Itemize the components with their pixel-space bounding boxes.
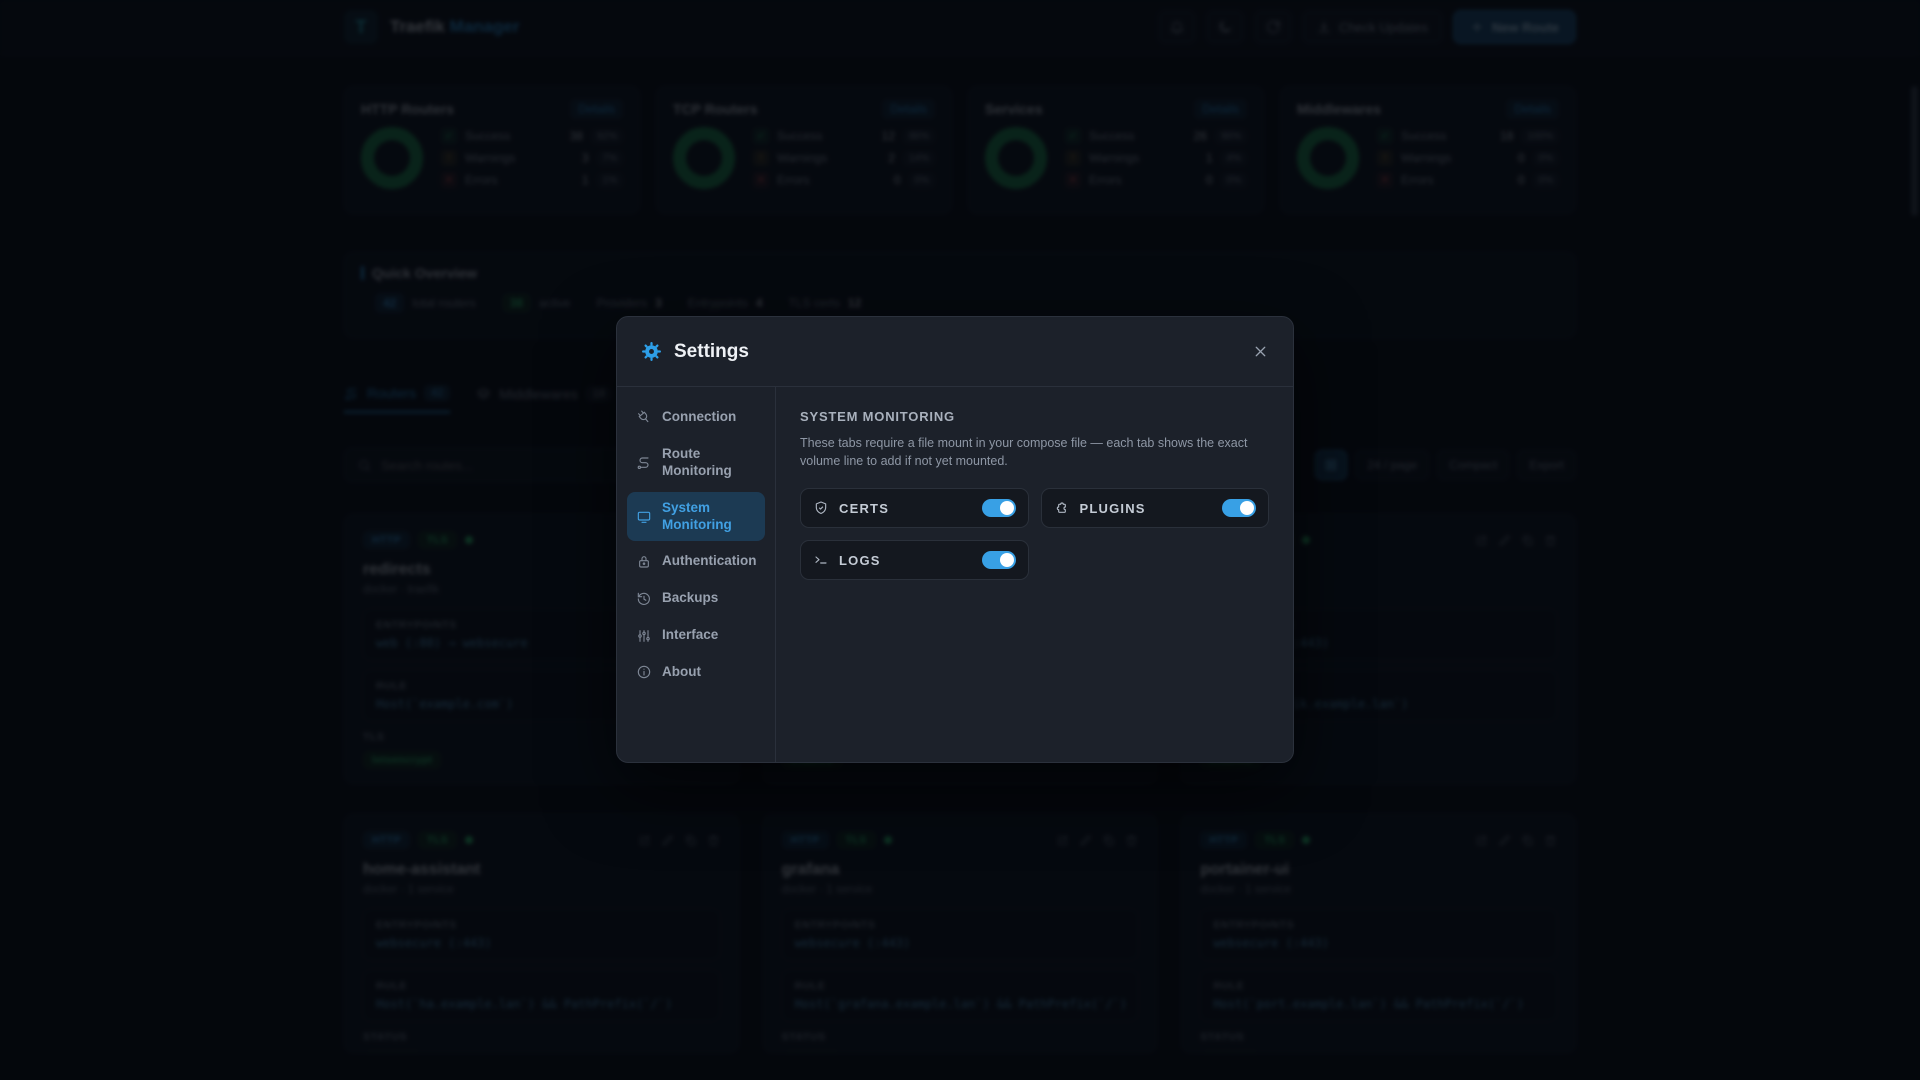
system-monitoring-panel: SYSTEM MONITORING These tabs require a f… <box>776 387 1293 762</box>
certs-toggle-card: CERTS <box>800 488 1029 528</box>
sidebar-item-route-monitoring[interactable]: Route Monitoring <box>627 438 765 488</box>
puzzle-icon <box>1054 500 1070 516</box>
modal-header: Settings <box>617 317 1293 387</box>
settings-modal: Settings Connection Route Monitoring Sys… <box>616 316 1294 763</box>
sidebar-item-interface[interactable]: Interface <box>627 619 765 652</box>
sidebar-item-backups[interactable]: Backups <box>627 582 765 615</box>
plug-icon <box>636 409 652 425</box>
panel-description: These tabs require a file mount in your … <box>800 434 1269 470</box>
close-icon <box>1252 343 1269 360</box>
lock-icon <box>636 554 652 570</box>
monitor-icon <box>636 509 652 525</box>
info-icon <box>636 664 652 680</box>
sidebar-item-authentication[interactable]: Authentication <box>627 545 765 578</box>
settings-sidebar: Connection Route Monitoring System Monit… <box>617 387 776 762</box>
panel-heading: SYSTEM MONITORING <box>800 409 1269 424</box>
gear-icon <box>641 341 662 362</box>
close-button[interactable] <box>1252 343 1269 360</box>
terminal-icon <box>813 552 829 568</box>
plugins-toggle[interactable] <box>1222 499 1256 517</box>
certs-toggle[interactable] <box>982 499 1016 517</box>
history-icon <box>636 591 652 607</box>
logs-toggle[interactable] <box>982 551 1016 569</box>
plugins-toggle-card: PLUGINS <box>1041 488 1270 528</box>
logs-toggle-card: LOGS <box>800 540 1029 580</box>
modal-title: Settings <box>674 341 749 363</box>
sidebar-item-system-monitoring[interactable]: System Monitoring <box>627 492 765 542</box>
route-icon <box>636 455 652 471</box>
shield-icon <box>813 500 829 516</box>
sliders-icon <box>636 628 652 644</box>
sidebar-item-about[interactable]: About <box>627 656 765 689</box>
sidebar-item-connection[interactable]: Connection <box>627 401 765 434</box>
